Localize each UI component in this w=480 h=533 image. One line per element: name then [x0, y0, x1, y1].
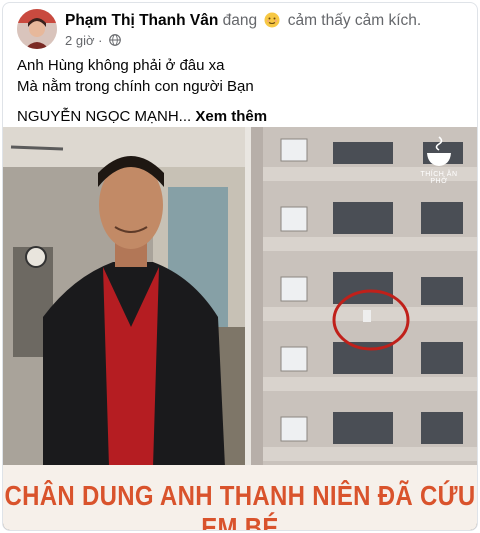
grateful-face-icon: [264, 12, 280, 28]
brand-logo: THÍCH ĂN PHỞ: [417, 135, 461, 185]
post-text-tail: NGUYỄN NGỌC MẠNH...: [17, 108, 192, 125]
post-meta: 2 giờ ·: [65, 33, 121, 48]
feeling-text[interactable]: cảm thấy cảm kích.: [288, 12, 422, 29]
image-caption: CHÂN DUNG ANH THANH NIÊN ĐÃ CỨU EM BÉ: [4, 480, 476, 531]
facebook-post: Phạm Thị Thanh Vân đang cảm thấy cảm kíc…: [2, 2, 478, 531]
portrait-photo: [3, 127, 245, 467]
globe-icon[interactable]: [109, 34, 121, 46]
noodle-bowl-icon: [427, 136, 451, 166]
post-text-line-1: Anh Hùng không phải ở đâu xa: [17, 57, 225, 74]
author-name[interactable]: Phạm Thị Thanh Vân: [65, 12, 218, 29]
see-more-link[interactable]: Xem thêm: [195, 108, 267, 125]
feeling-prefix: đang: [222, 12, 258, 29]
avatar[interactable]: [17, 9, 57, 49]
post-text: Anh Hùng không phải ở đâu xa Mà nằm tron…: [17, 55, 267, 127]
author-line: Phạm Thị Thanh Vân đang cảm thấy cảm kíc…: [65, 12, 421, 30]
post-text-line-3: NGUYỄN NGỌC MẠNH... Xem thêm: [17, 106, 267, 127]
image-caption-band: CHÂN DUNG ANH THANH NIÊN ĐÃ CỨU EM BÉ: [3, 465, 477, 531]
post-text-line-2: Mà nằm trong chính con người Bạn: [17, 78, 254, 95]
brand-name: THÍCH ĂN PHỞ: [420, 171, 458, 185]
post-timestamp[interactable]: 2 giờ: [65, 33, 95, 48]
